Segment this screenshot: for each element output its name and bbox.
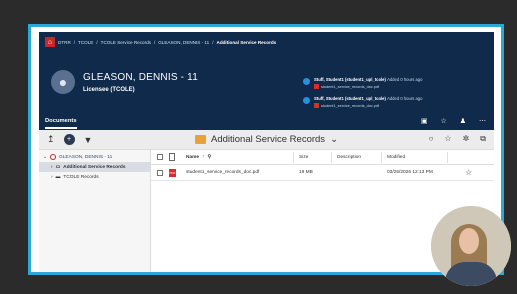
notification-item[interactable]: Stuff, Student1 (student1_upl_tcole) Add…	[303, 96, 422, 108]
file-name[interactable]: student1_service_records_doc.pdf	[186, 165, 259, 180]
search-icon[interactable]: ⚲	[207, 155, 211, 160]
tree-item-label: TCOLE Records	[63, 175, 99, 180]
table-row[interactable]: PDF student1_service_records_doc.pdf 19 …	[151, 165, 494, 181]
tab-bar: Documents ▣ ☆ ♟ ⋯	[39, 116, 494, 130]
notification-title: Stuff, Student1 (student1_upl_tcole)	[314, 96, 386, 101]
column-header-name[interactable]: Name ↑ ⚲	[186, 150, 211, 164]
tab-documents[interactable]: Documents	[45, 118, 77, 129]
sort-asc-icon[interactable]: ↑	[202, 155, 204, 160]
notification-item[interactable]: Stuff, Student1 (student1_upl_tcole) Add…	[303, 77, 422, 89]
comment-icon[interactable]: ○	[429, 134, 434, 144]
edit-icon[interactable]: ▣	[421, 117, 428, 125]
folder-icon	[195, 135, 206, 144]
person-icon	[50, 154, 57, 160]
breadcrumb-item[interactable]: TCOLE	[78, 40, 93, 45]
user-icon: ●	[58, 74, 68, 90]
notification-file[interactable]: student1_service_records_doc.pdf	[321, 85, 379, 89]
folder-tree: ⌄ GLEASON, DENNIS - 11 › ▭ Additional Se…	[39, 150, 151, 272]
row-checkbox[interactable]	[157, 165, 163, 180]
chevron-down-icon[interactable]: ⌄	[330, 134, 338, 145]
profile-role: Licensee (TCOLE)	[83, 87, 135, 93]
toolbar-right: ○ ☆ ✲ ⧉	[429, 134, 486, 144]
chevron-right-icon[interactable]: ›	[51, 165, 53, 170]
notification-icon	[303, 78, 310, 85]
more-icon[interactable]: ⋯	[479, 117, 486, 125]
chevron-right-icon[interactable]: ›	[51, 175, 53, 180]
notification-file[interactable]: student1_service_records_doc.pdf	[321, 104, 379, 108]
dms-app: ⌂ DTRR / TCOLE / TCOLE Service Records /…	[39, 32, 494, 272]
file-modified: 03/25/2026 12:13 PM	[387, 170, 433, 175]
folder-title-text: Additional Service Records	[211, 134, 326, 145]
breadcrumb-current: Additional Service Records	[216, 39, 277, 45]
breadcrumb-separator: /	[96, 39, 98, 45]
breadcrumb-item[interactable]: TCOLE Service Records	[101, 40, 151, 45]
notification-title: Stuff, Student1 (student1_upl_tcole)	[314, 77, 386, 82]
star-icon[interactable]: ☆	[444, 134, 451, 144]
sort-icon[interactable]: ↥	[47, 134, 55, 145]
breadcrumb-separator: /	[212, 39, 214, 45]
breadcrumb-separator: /	[153, 39, 156, 45]
header: ⌂ DTRR / TCOLE / TCOLE Service Records /…	[39, 32, 494, 130]
open-external-icon[interactable]: ⧉	[480, 134, 486, 144]
column-header-modified[interactable]: Modified	[387, 150, 405, 164]
tree-item-tcole-records[interactable]: › ▬ TCOLE Records	[51, 175, 99, 180]
header-actions: ▣ ☆ ♟ ⋯	[421, 117, 486, 125]
document-type-icon	[169, 150, 175, 164]
person-icon[interactable]: ♟	[460, 117, 466, 125]
breadcrumb: ⌂ DTRR / TCOLE / TCOLE Service Records /…	[45, 37, 276, 47]
notification-time: Added 0 hours ago	[387, 77, 423, 82]
column-header-name-label: Name	[186, 154, 200, 160]
select-all-checkbox[interactable]	[157, 150, 163, 164]
avatar: ●	[51, 70, 75, 94]
tree-item-label: Additional Service Records	[63, 164, 126, 170]
tree-item-root[interactable]: ⌄ GLEASON, DENNIS - 11	[43, 154, 112, 160]
toolbar-left: ↥ + ▼	[47, 134, 92, 145]
folder-title[interactable]: Additional Service Records ⌄	[195, 134, 338, 145]
filter-icon[interactable]: ▼	[84, 135, 93, 145]
column-header-size[interactable]: Size	[299, 150, 308, 164]
star-icon[interactable]: ☆	[465, 165, 472, 180]
content-toolbar: ↥ + ▼ Additional Service Records ⌄ ○ ☆ ✲…	[39, 130, 494, 150]
chevron-down-icon[interactable]: ⌄	[43, 155, 47, 160]
pdf-icon	[314, 103, 319, 108]
tree-item-additional-service-records[interactable]: › ▭ Additional Service Records	[39, 162, 151, 172]
pdf-icon: PDF	[169, 168, 176, 177]
file-size: 19 MB	[299, 170, 313, 175]
breadcrumb-item[interactable]: GLEASON, DENNIS - 11	[158, 40, 209, 45]
column-header-description[interactable]: Description	[337, 150, 361, 164]
breadcrumb-separator: /	[73, 39, 76, 45]
breadcrumb-item[interactable]: DTRR	[58, 40, 71, 45]
profile-name: GLEASON, DENNIS - 11	[83, 72, 198, 83]
folder-icon: ▭	[55, 164, 61, 170]
settings-icon[interactable]: ✲	[463, 134, 470, 144]
notification-icon	[303, 97, 310, 104]
webcam-overlay	[431, 206, 511, 286]
home-icon[interactable]: ⌂	[45, 37, 55, 47]
add-icon[interactable]: +	[63, 134, 75, 145]
pdf-icon	[314, 84, 319, 89]
table-header: Name ↑ ⚲ Size Description Modified	[151, 150, 494, 165]
star-icon[interactable]: ☆	[440, 117, 446, 125]
tree-item-label: GLEASON, DENNIS - 11	[59, 154, 113, 160]
folder-icon: ▬	[55, 175, 61, 180]
notification-time: Added 0 hours ago	[387, 96, 423, 101]
screen-background: ⌂ DTRR / TCOLE / TCOLE Service Records /…	[0, 0, 517, 294]
